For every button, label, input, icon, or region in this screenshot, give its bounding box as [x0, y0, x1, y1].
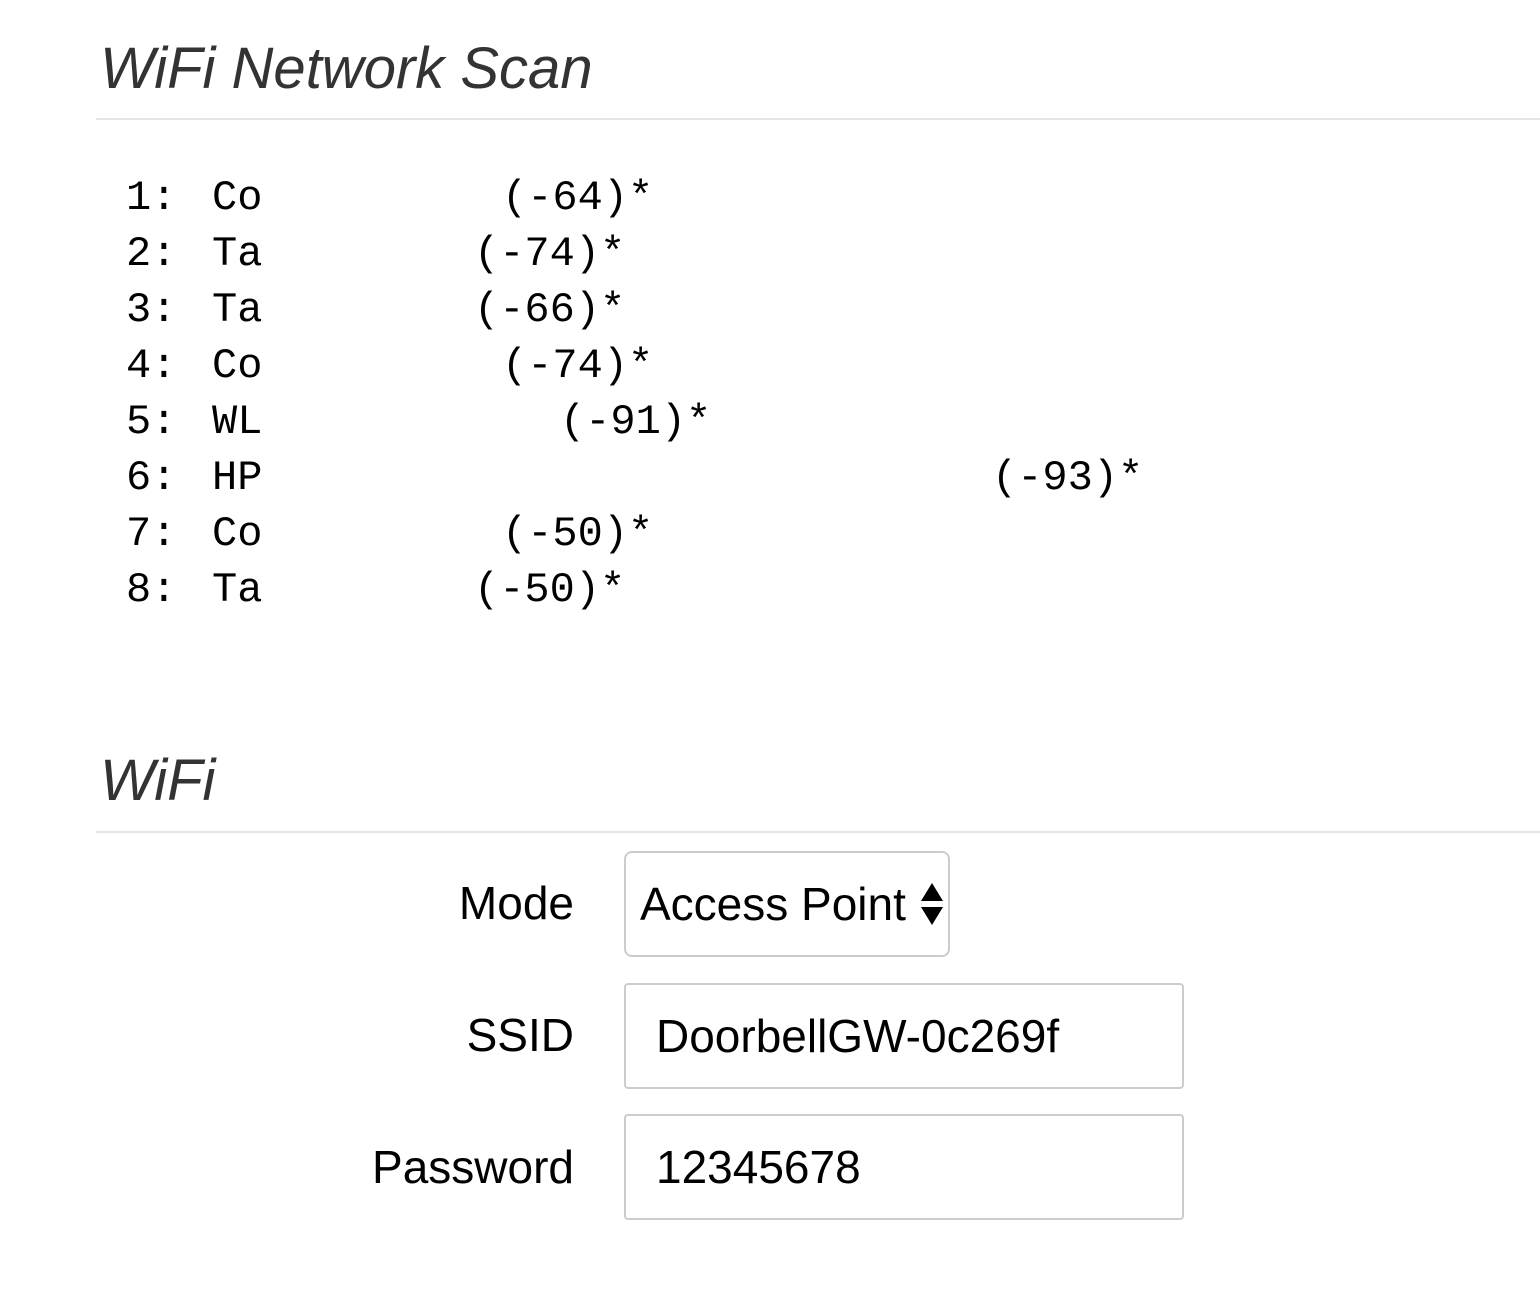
network-row[interactable]: 3: Ta (-66)*: [126, 282, 625, 338]
network-index: 2:: [126, 230, 177, 278]
mode-label: Mode: [458, 877, 574, 929]
network-scan-list: 1: Co (-64)* 2: Ta (-74)* 3: Ta (-66)* 4…: [126, 170, 1143, 618]
mode-select-value: Access Point: [640, 878, 906, 930]
scan-section-divider: [96, 118, 1540, 120]
network-row[interactable]: 2: Ta (-74)*: [126, 226, 625, 282]
network-ssid: Co: [212, 174, 263, 222]
network-signal: (-66)*: [474, 286, 626, 334]
network-ssid: Ta: [212, 230, 263, 278]
wifi-section-divider: [96, 831, 1540, 833]
network-signal: (-91)*: [560, 398, 712, 446]
network-row[interactable]: 1: Co (-64)*: [126, 170, 653, 226]
network-ssid: Co: [212, 342, 263, 390]
ssid-input[interactable]: [624, 983, 1184, 1089]
network-ssid: HP: [212, 454, 263, 502]
network-ssid: Ta: [212, 566, 263, 614]
network-row[interactable]: 5: WL (-91)*: [126, 394, 711, 450]
password-input[interactable]: [624, 1114, 1184, 1220]
network-index: 7:: [126, 510, 177, 558]
ssid-label: SSID: [466, 1009, 574, 1061]
network-index: 6:: [126, 454, 177, 502]
network-row[interactable]: 7: Co (-50)*: [126, 506, 653, 562]
network-row[interactable]: 6: HP (-93)*: [126, 450, 1143, 506]
network-index: 5:: [126, 398, 177, 446]
network-signal: (-64)*: [502, 174, 654, 222]
select-arrows-icon: [921, 883, 943, 925]
password-label: Password: [372, 1141, 574, 1193]
network-signal: (-74)*: [474, 230, 626, 278]
network-ssid: WL: [212, 398, 263, 446]
network-signal: (-50)*: [502, 510, 654, 558]
scan-section-title: WiFi Network Scan: [100, 36, 593, 101]
wifi-section-title: WiFi: [100, 748, 216, 813]
network-index: 8:: [126, 566, 177, 614]
network-signal: (-74)*: [502, 342, 654, 390]
network-row[interactable]: 8: Ta (-50)*: [126, 562, 625, 618]
network-signal: (-93)*: [992, 454, 1144, 502]
network-ssid: Co: [212, 510, 263, 558]
network-index: 1:: [126, 174, 177, 222]
network-ssid: Ta: [212, 286, 263, 334]
network-index: 4:: [126, 342, 177, 390]
mode-select[interactable]: Access Point: [624, 851, 950, 957]
network-row[interactable]: 4: Co (-74)*: [126, 338, 653, 394]
network-signal: (-50)*: [474, 566, 626, 614]
network-index: 3:: [126, 286, 177, 334]
